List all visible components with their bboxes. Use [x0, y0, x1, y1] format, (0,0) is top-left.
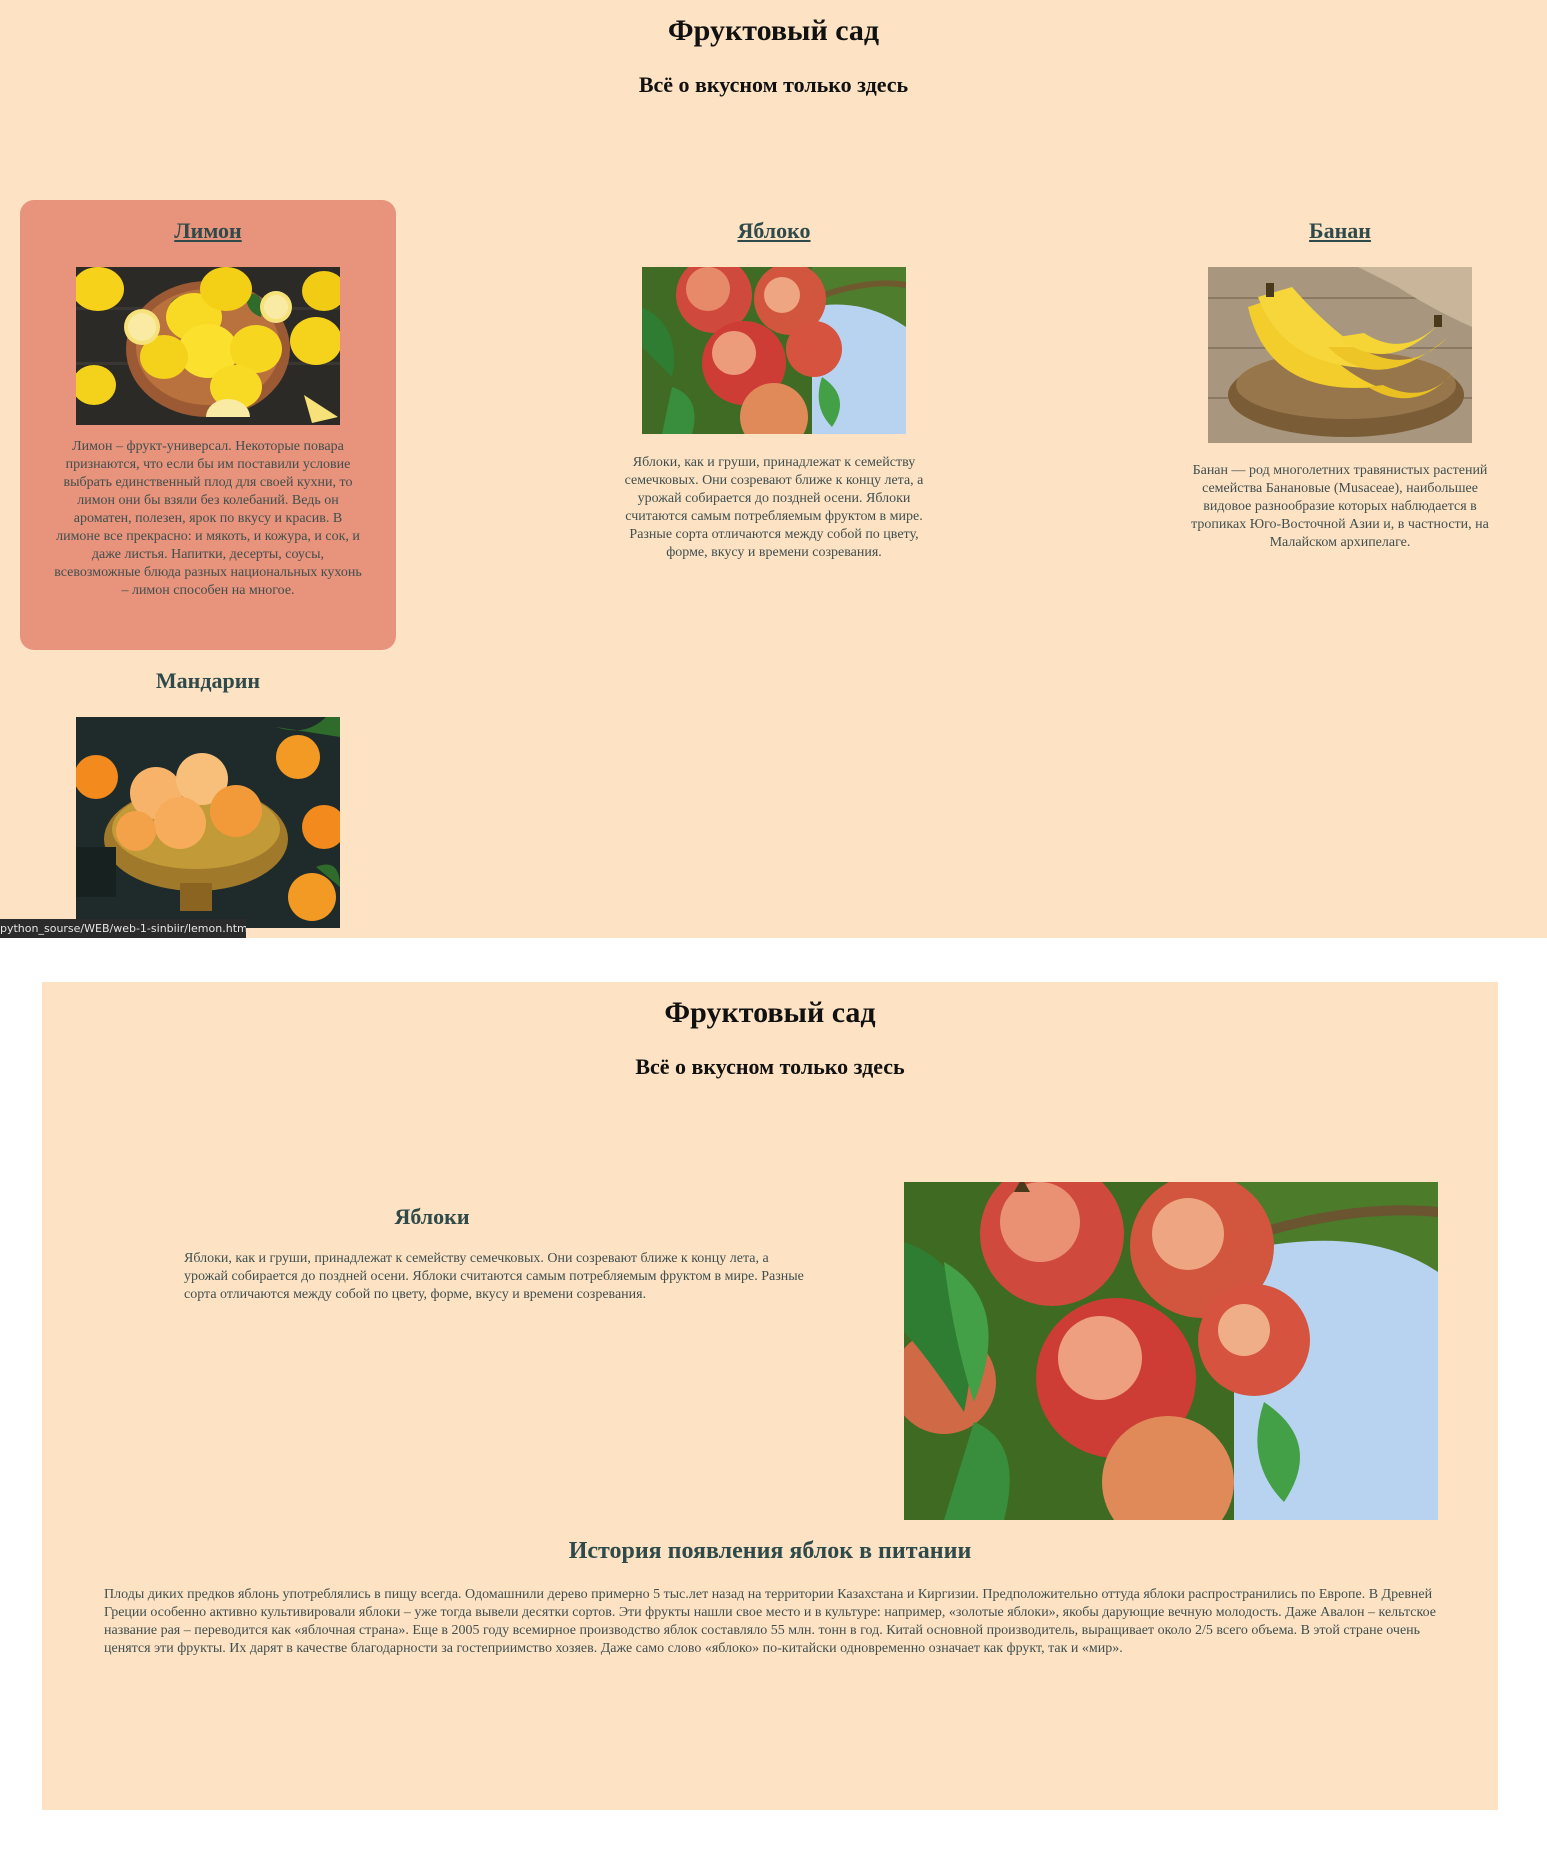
history-text: Плоды диких предков яблонь употреблялись…	[104, 1587, 1436, 1656]
site-subtitle: Всё о вкусном только здесь	[638, 72, 909, 97]
site-subtitle: Всё о вкусном только здесь	[635, 1054, 905, 1079]
fruit-link-apple[interactable]: Яблоко	[586, 218, 962, 244]
apple-page-screenshot: Фруктовый сад Всё о вкусном только здесь…	[42, 982, 1498, 1810]
fruit-link-banana[interactable]: Банан	[1152, 218, 1528, 244]
fruit-description-banana: Банан — род многолетних травянистых раст…	[1191, 463, 1489, 550]
bananas-image	[1208, 267, 1472, 443]
mandarins-image	[76, 717, 340, 928]
apples-image	[904, 1182, 1438, 1520]
fruit-description-apple: Яблоки, как и груши, принадлежат к семей…	[624, 455, 924, 560]
fruit-description-lemon: Лимон – фрукт-универсал. Некоторые повар…	[54, 439, 362, 598]
top-page-screenshot: Фруктовый сад Всё о вкусном только здесь…	[0, 0, 1547, 938]
browser-status-url: python_sourse/WEB/web-1-sinbiir/lemon.ht…	[0, 919, 246, 938]
history-heading: История появления яблок в питании	[568, 1538, 972, 1564]
apples-image	[642, 267, 906, 434]
fruit-link-lemon[interactable]: Лимон	[20, 218, 396, 244]
site-title: Фруктовый сад	[664, 996, 876, 1029]
site-title: Фруктовый сад	[667, 14, 880, 47]
apple-heading: Яблоки	[394, 1204, 470, 1229]
fruit-card-lemon[interactable]: Лимон Лимон – фрукт-универсал. Некоторые…	[20, 200, 396, 650]
apple-description: Яблоки, как и груши, принадлежат к семей…	[184, 1251, 804, 1302]
lemons-image	[76, 267, 340, 425]
fruit-title-mandarin: Мандарин	[155, 668, 261, 693]
